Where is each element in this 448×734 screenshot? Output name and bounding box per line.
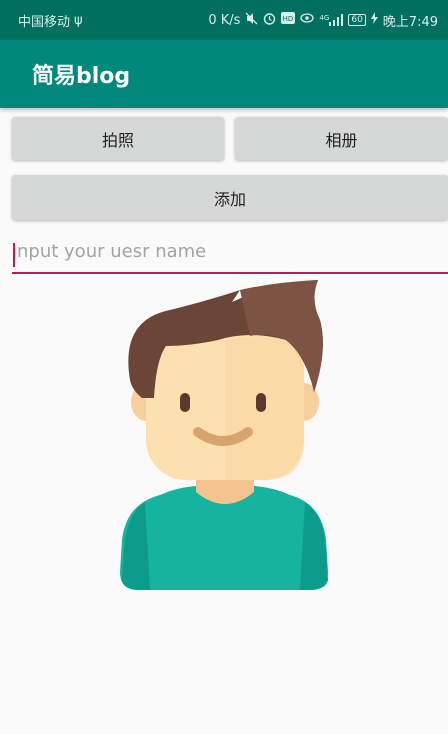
usb-icon: ψ (74, 12, 83, 28)
charging-icon (370, 12, 378, 28)
app-title: 简易blog (32, 64, 131, 89)
net-speed: 0 K/s (208, 12, 241, 28)
hd-icon: HD (281, 12, 296, 28)
status-left: 中国移动 ψ (18, 11, 83, 30)
take-photo-label: 拍照 (101, 130, 134, 150)
album-label: 相册 (325, 130, 358, 150)
app-bar: 简易blog (0, 40, 448, 108)
username-input[interactable] (12, 236, 448, 274)
app-screen: 中国移动 ψ 0 K/s HD 4G 60 晚上7:49 简易blog 拍照 相… (0, 0, 448, 734)
avatar-image (120, 280, 328, 590)
battery-icon: 60 (348, 14, 366, 26)
eye-icon (300, 12, 315, 28)
signal-label: 4G (319, 14, 330, 22)
signal-icon: 4G (319, 14, 344, 26)
content-area (8, 600, 448, 734)
text-cursor (13, 243, 15, 267)
mute-icon (245, 12, 258, 29)
status-bar: 中国移动 ψ 0 K/s HD 4G 60 晚上7:49 (0, 0, 448, 40)
status-right: 0 K/s HD 4G 60 晚上7:49 (208, 11, 438, 30)
album-button[interactable]: 相册 (235, 117, 448, 160)
alarm-icon (263, 12, 276, 29)
svg-text:HD: HD (283, 15, 294, 23)
add-button[interactable]: 添加 (12, 175, 448, 220)
carrier-name: 中国移动 (18, 14, 71, 30)
clock-time: 晚上7:49 (382, 14, 438, 30)
add-label: 添加 (213, 189, 246, 209)
take-photo-button[interactable]: 拍照 (12, 117, 224, 160)
